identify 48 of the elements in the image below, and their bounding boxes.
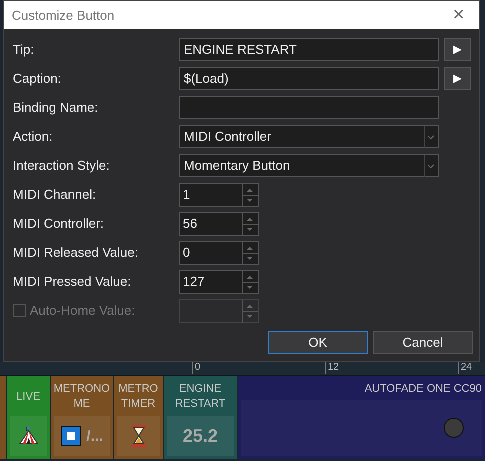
window-title: Customize Button: [12, 8, 115, 22]
pad-button[interactable]: AUTOFADE ONE CC90: [238, 376, 485, 459]
pad-title: LIVE: [16, 390, 42, 404]
pad-title: METRO TIMER: [118, 382, 160, 412]
pad-button[interactable]: METRO TIMER: [114, 376, 163, 459]
pad-title: METRONO ME: [54, 382, 110, 412]
ok-button[interactable]: OK: [268, 331, 368, 354]
field-label: Interaction Style:: [13, 158, 110, 173]
field-label: MIDI Channel:: [13, 187, 96, 202]
input-field[interactable]: [179, 96, 439, 119]
ruler-tick: 0: [192, 362, 201, 374]
spinner-field[interactable]: 56: [179, 212, 259, 236]
field-label: Binding Name:: [13, 100, 98, 115]
ruler-tick: 12: [325, 362, 340, 374]
spinner-field[interactable]: 127: [179, 270, 259, 294]
input-field[interactable]: $(Load): [179, 67, 439, 90]
pad-title: ENGINE RESTART: [174, 382, 227, 412]
spin-arrows-icon[interactable]: [242, 184, 258, 206]
pad-button[interactable]: ENGINE RESTART 25.2: [164, 376, 237, 459]
pad-value: /...: [86, 428, 104, 444]
field-label: MIDI Released Value:: [13, 245, 138, 260]
tent-icon: [18, 425, 40, 447]
spin-arrows-icon[interactable]: [242, 270, 258, 294]
play-button[interactable]: ▶: [444, 67, 471, 90]
fader-track[interactable]: [241, 400, 482, 456]
spinner-field[interactable]: 0: [179, 240, 259, 264]
spin-arrows-icon[interactable]: [242, 212, 258, 236]
ruler-tick: 24: [458, 362, 472, 374]
input-field[interactable]: ENGINE RESTART: [179, 38, 439, 61]
field-label: Auto-Home Value:: [30, 303, 136, 318]
field-label: Action:: [13, 129, 53, 144]
pad-title: AUTOFADE ONE CC90: [364, 382, 482, 396]
spin-arrows-icon[interactable]: [242, 242, 258, 264]
field-label: Caption:: [13, 71, 62, 86]
close-button[interactable]: ×: [445, 1, 473, 29]
dropdown[interactable]: MIDI Controller: [179, 125, 439, 148]
hourglass-icon: [132, 425, 146, 447]
dropdown[interactable]: Momentary Button: [179, 154, 439, 177]
fader-knob[interactable]: [444, 418, 464, 438]
field-label: Tip:: [13, 42, 34, 57]
stop-icon: [60, 426, 81, 446]
play-button[interactable]: ▶: [444, 38, 471, 61]
cancel-button[interactable]: Cancel: [373, 331, 473, 354]
field-label: MIDI Pressed Value:: [13, 274, 132, 289]
spinner-field[interactable]: 1: [179, 182, 259, 206]
pad-value: 25.2: [182, 426, 218, 446]
pad-button[interactable]: METRONO ME /...: [51, 376, 113, 459]
field-label: MIDI Controller:: [13, 216, 104, 231]
